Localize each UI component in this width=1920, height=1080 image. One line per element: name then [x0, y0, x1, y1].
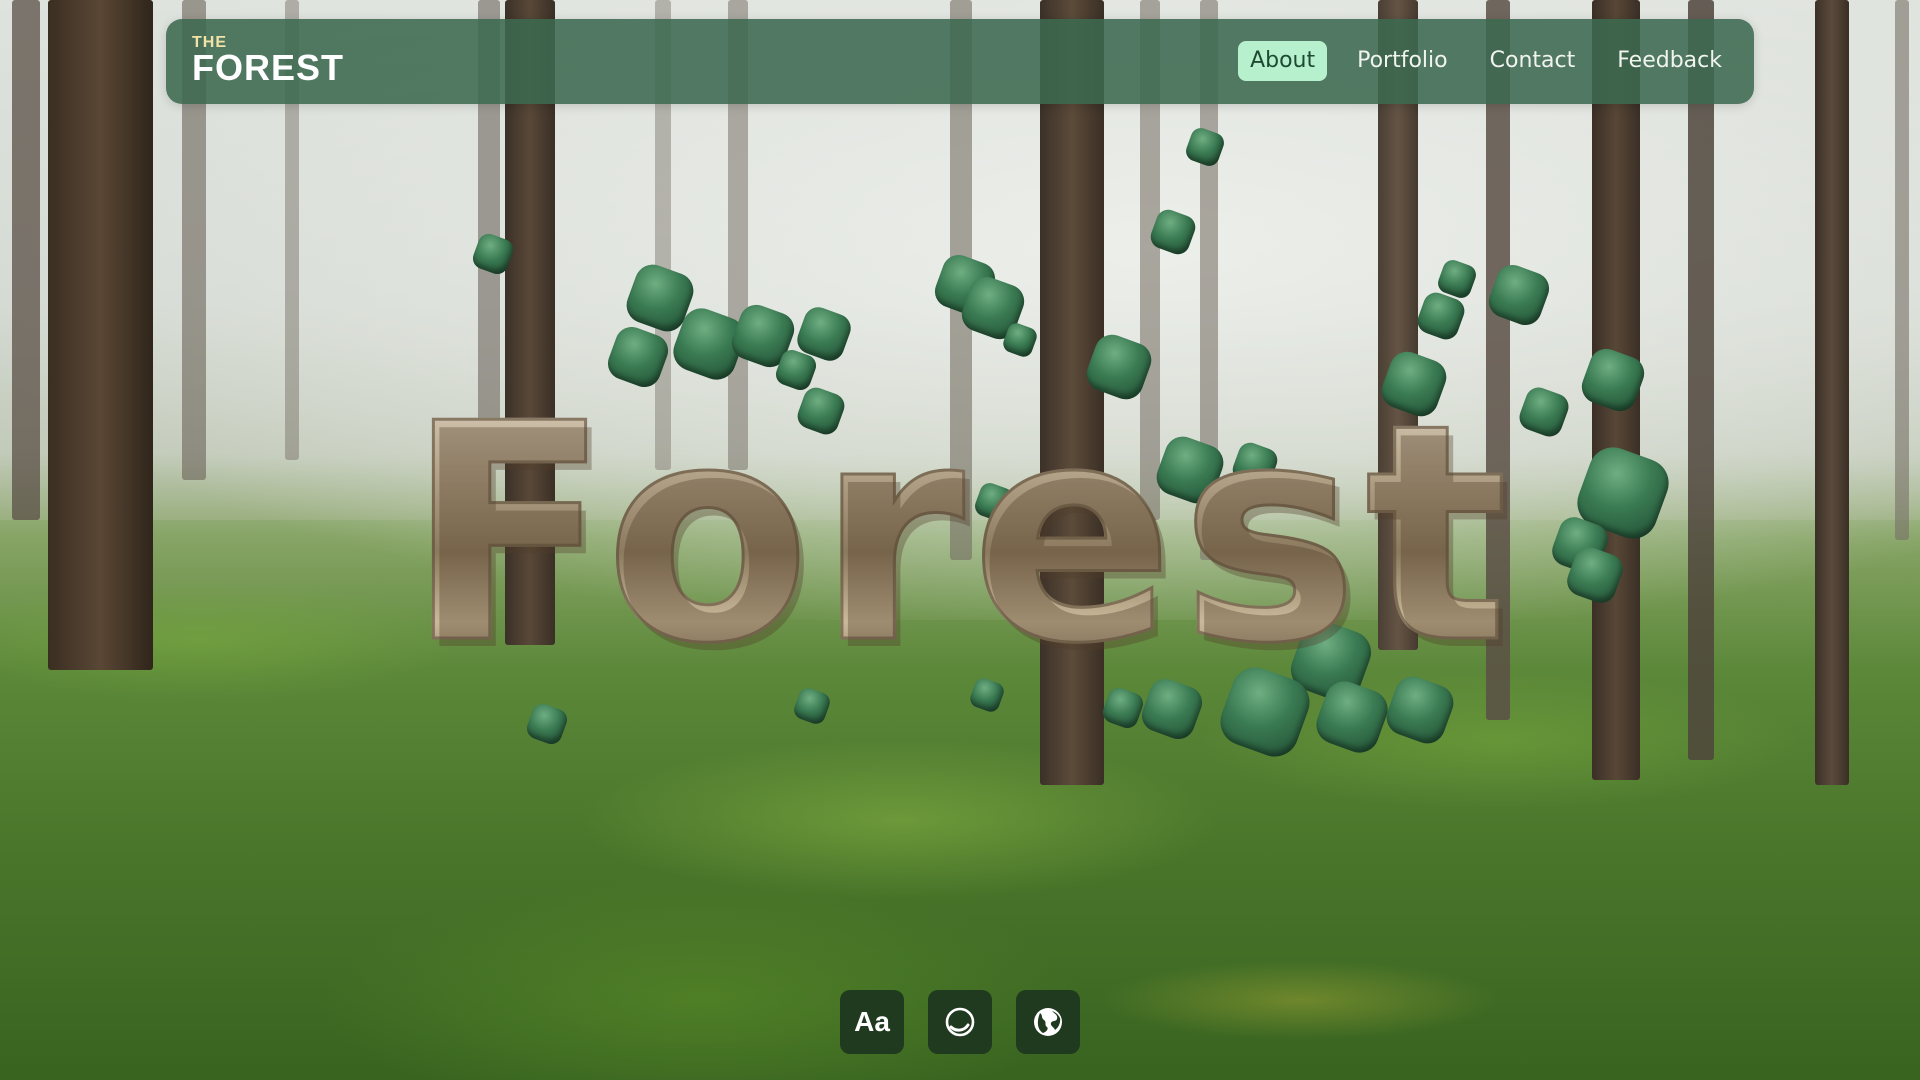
loader-button[interactable] — [928, 990, 992, 1054]
logo-big-text: FOREST — [192, 47, 345, 88]
site-logo[interactable]: THE FOREST — [192, 35, 345, 88]
bottom-toolbar: Aa — [840, 990, 1080, 1054]
circle-loader-icon — [945, 1007, 975, 1037]
globe-icon — [1034, 1008, 1062, 1036]
font-icon: Aa — [854, 1006, 890, 1037]
hero-title-text: Forest — [404, 359, 1515, 711]
font-button[interactable]: Aa — [840, 990, 904, 1054]
nav-menu: About Portfolio Contact Feedback — [1238, 41, 1734, 81]
nav-item-feedback[interactable]: Feedback — [1605, 41, 1734, 81]
top-navbar: THE FOREST About Portfolio Contact Feedb… — [166, 19, 1754, 104]
nav-item-portfolio[interactable]: Portfolio — [1345, 41, 1460, 81]
nav-item-contact[interactable]: Contact — [1478, 41, 1588, 81]
hero-title: Forest — [0, 355, 1920, 715]
nav-item-about[interactable]: About — [1238, 41, 1328, 81]
globe-button[interactable] — [1016, 990, 1080, 1054]
